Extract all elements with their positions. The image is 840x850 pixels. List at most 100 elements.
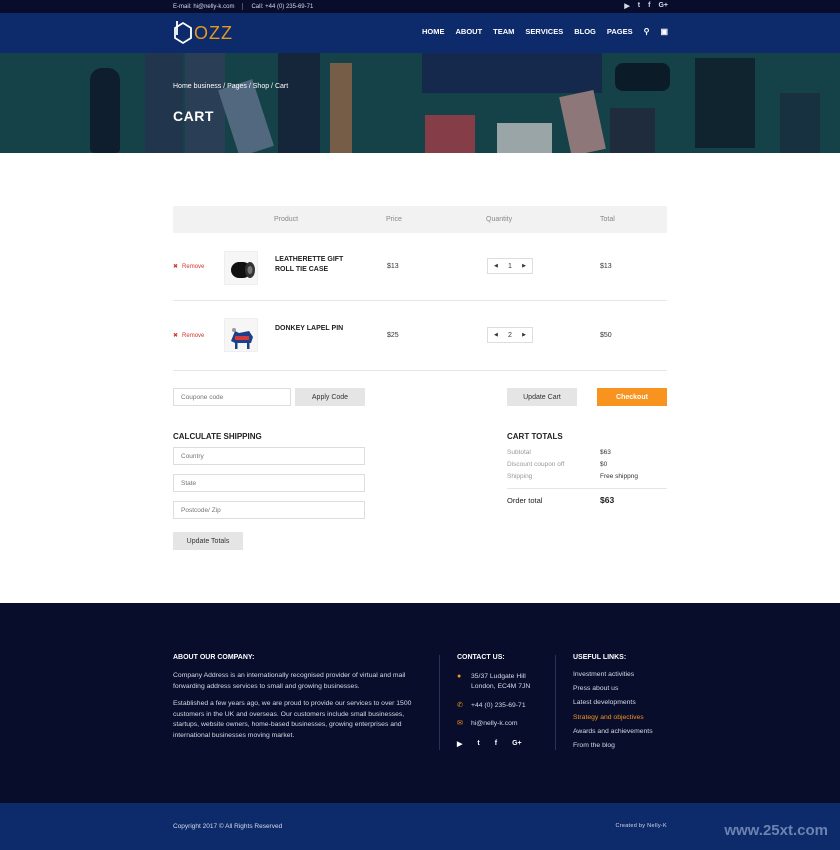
hero-overlay <box>0 53 840 153</box>
order-total-value: $63 <box>600 495 615 505</box>
nav-blog[interactable]: BLOG <box>574 27 596 36</box>
quantity-value: 1 <box>508 262 512 270</box>
main-header: OZZ HOME ABOUT TEAM SERVICES BLOG PAGES … <box>0 13 840 53</box>
footer-about-text: Company Address is an internationally re… <box>173 672 406 690</box>
state-field[interactable] <box>173 474 365 492</box>
shipping-title: CALCULATE SHIPPING <box>173 432 262 441</box>
youtube-icon[interactable]: ▶ <box>624 2 629 10</box>
google-plus-icon[interactable]: G+ <box>512 740 522 748</box>
decrease-icon[interactable]: ◀ <box>494 332 498 338</box>
product-total: $13 <box>600 263 612 270</box>
remove-label: Remove <box>182 263 205 270</box>
phone-text[interactable]: +44 (0) 235-69-71 <box>471 701 526 711</box>
youtube-icon[interactable]: ▶ <box>457 740 462 748</box>
breadcrumb[interactable]: Home business / Pages / Shop / Cart <box>173 83 288 90</box>
header-price: Price <box>386 216 402 223</box>
footer-links-title: USEFUL LINKS: <box>573 654 627 661</box>
twitter-icon[interactable]: t <box>638 2 640 10</box>
top-email[interactable]: E-mail: hi@nelly-k.com <box>173 4 234 10</box>
logo-hexagon-icon <box>174 21 192 45</box>
footer-link[interactable]: Investment activities <box>573 671 653 685</box>
watermark: www.25xt.com <box>724 822 828 839</box>
google-plus-icon[interactable]: G+ <box>658 2 668 10</box>
phone-icon: ✆ <box>457 702 463 709</box>
shipping-value: Free shippng <box>600 473 638 480</box>
order-total-label: Order total <box>507 496 543 505</box>
coupon-input[interactable] <box>173 388 291 406</box>
decrease-icon[interactable]: ◀ <box>494 263 498 269</box>
product-image[interactable] <box>224 251 258 285</box>
increase-icon[interactable]: ▶ <box>522 263 526 269</box>
close-icon: ✖ <box>173 264 179 270</box>
logo[interactable]: OZZ <box>173 21 233 45</box>
postcode-field[interactable] <box>173 501 365 519</box>
footer <box>0 603 840 803</box>
nav-about[interactable]: ABOUT <box>455 27 482 36</box>
product-price: $13 <box>387 263 399 270</box>
address-text: 35/37 Ludgate Hill London, EC4M 7JN <box>471 673 531 690</box>
credit: Created by Nelly-K <box>615 823 667 829</box>
remove-label: Remove <box>182 332 205 339</box>
discount-value: $0 <box>600 461 608 468</box>
footer-address: ● 35/37 Ludgate Hill London, EC4M 7JN <box>457 672 541 692</box>
footer-link[interactable]: Latest developments <box>573 699 653 713</box>
header-total: Total <box>600 216 615 223</box>
country-field[interactable] <box>173 447 365 465</box>
footer-email: ✉ hi@nelly-k.com <box>457 719 518 729</box>
product-image[interactable] <box>224 318 258 352</box>
footer-social: ▶ t f G+ <box>457 740 522 748</box>
update-cart-button[interactable]: Update Cart <box>507 388 577 406</box>
top-bar: E-mail: hi@nelly-k.com Call: +44 (0) 235… <box>0 0 840 13</box>
twitter-icon[interactable]: t <box>477 740 479 748</box>
remove-button[interactable]: ✖ Remove <box>173 263 205 271</box>
apply-code-button[interactable]: Apply Code <box>295 388 365 406</box>
divider <box>242 3 244 10</box>
update-totals-button[interactable]: Update Totals <box>173 532 243 550</box>
hero-banner: Home business / Pages / Shop / Cart CART <box>0 53 840 153</box>
subtotal-value: $63 <box>600 449 611 456</box>
remove-button[interactable]: ✖ Remove <box>173 332 205 340</box>
checkout-button[interactable]: Checkout <box>597 388 667 406</box>
facebook-icon[interactable]: f <box>495 740 497 748</box>
header-product: Product <box>274 216 299 223</box>
mail-icon: ✉ <box>457 720 463 727</box>
top-contact: E-mail: hi@nelly-k.com Call: +44 (0) 235… <box>173 3 313 10</box>
subtotal-label: Subtotal <box>507 449 531 456</box>
quantity-stepper[interactable]: ◀ 1 ▶ <box>487 258 533 274</box>
footer-link[interactable]: Strategy and objectives <box>573 714 653 728</box>
top-phone[interactable]: Call: +44 (0) 235-69-71 <box>251 4 313 10</box>
footer-link[interactable]: From the blog <box>573 742 653 756</box>
shipping-label: Shipping <box>507 473 533 480</box>
logo-text: OZZ <box>194 22 233 43</box>
search-icon[interactable]: ⚲ <box>644 27 650 36</box>
footer-link[interactable]: Press about us <box>573 685 653 699</box>
facebook-icon[interactable]: f <box>648 2 650 10</box>
nav-team[interactable]: TEAM <box>493 27 514 36</box>
cart-icon[interactable]: ▣ <box>660 27 668 36</box>
footer-link[interactable]: Awards and achievements <box>573 728 653 742</box>
bottom-bar: Copyright 2017 © All Rights Reserved Cre… <box>0 803 840 850</box>
product-name[interactable]: LEATHERETTE GIFT ROLL TIE CASE <box>275 255 355 275</box>
product-name[interactable]: DONKEY LAPEL PIN <box>275 324 355 334</box>
donkey-pin-image-icon <box>231 328 253 349</box>
divider <box>555 655 556 750</box>
footer-about-title: ABOUT OUR COMPANY: <box>173 654 255 661</box>
copyright: Copyright 2017 © All Rights Reserved <box>173 823 283 830</box>
nav-pages[interactable]: PAGES <box>607 27 633 36</box>
quantity-value: 2 <box>508 331 512 339</box>
nav-services[interactable]: SERVICES <box>525 27 563 36</box>
footer-phone: ✆ +44 (0) 235-69-71 <box>457 701 526 711</box>
quantity-stepper[interactable]: ◀ 2 ▶ <box>487 327 533 343</box>
cart-totals-title: CART TOTALS <box>507 432 563 441</box>
footer-links: Investment activities Press about us Lat… <box>573 671 653 756</box>
product-total: $50 <box>600 332 612 339</box>
divider <box>507 488 667 489</box>
top-social: ▶ t f G+ <box>624 2 668 10</box>
increase-icon[interactable]: ▶ <box>522 332 526 338</box>
divider <box>439 655 440 750</box>
footer-contact-title: CONTACT US: <box>457 654 505 661</box>
discount-label: Discount coupon off <box>507 461 565 468</box>
email-text[interactable]: hi@nelly-k.com <box>471 719 518 729</box>
nav-home[interactable]: HOME <box>422 27 445 36</box>
product-price: $25 <box>387 332 399 339</box>
